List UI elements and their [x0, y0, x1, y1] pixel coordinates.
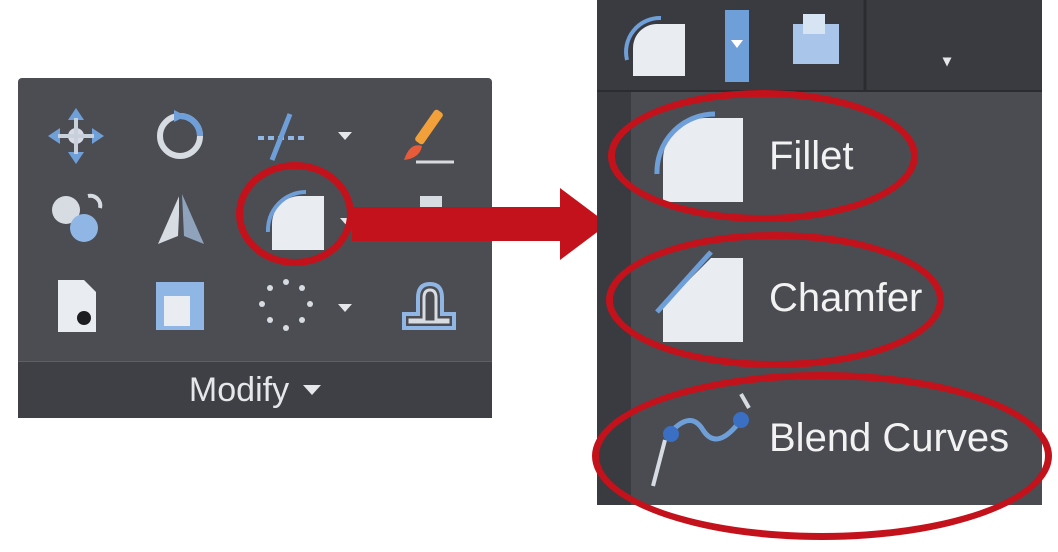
mirror-icon[interactable] [148, 188, 212, 252]
scale-icon[interactable] [148, 274, 212, 338]
arrow-shaft [352, 207, 564, 241]
ribbon-top-icons: ▾ [624, 0, 952, 90]
modify-panel-footer[interactable]: Modify [18, 361, 492, 418]
move-icon[interactable] [44, 104, 108, 168]
array-icon[interactable] [254, 274, 318, 338]
properties-brush-icon[interactable] [396, 104, 460, 168]
copy-icon[interactable] [44, 188, 108, 252]
erase-icon[interactable] [44, 274, 108, 338]
ribbon-top-strip: ▾ [597, 0, 1042, 92]
chevron-down-icon[interactable] [338, 132, 352, 140]
highlight-ellipse [606, 232, 944, 368]
chevron-down-icon[interactable] [338, 304, 352, 312]
panel-title[interactable]: Modify [189, 371, 289, 410]
rotate-icon[interactable] [148, 104, 212, 168]
offset-icon[interactable] [396, 274, 460, 338]
highlight-ellipse [592, 372, 1052, 540]
trim-extend-icon[interactable] [250, 104, 314, 168]
highlight-ellipse [608, 90, 918, 222]
svg-text:▾: ▾ [942, 53, 952, 70]
chevron-down-icon[interactable] [303, 385, 322, 395]
highlight-ellipse [236, 162, 354, 266]
